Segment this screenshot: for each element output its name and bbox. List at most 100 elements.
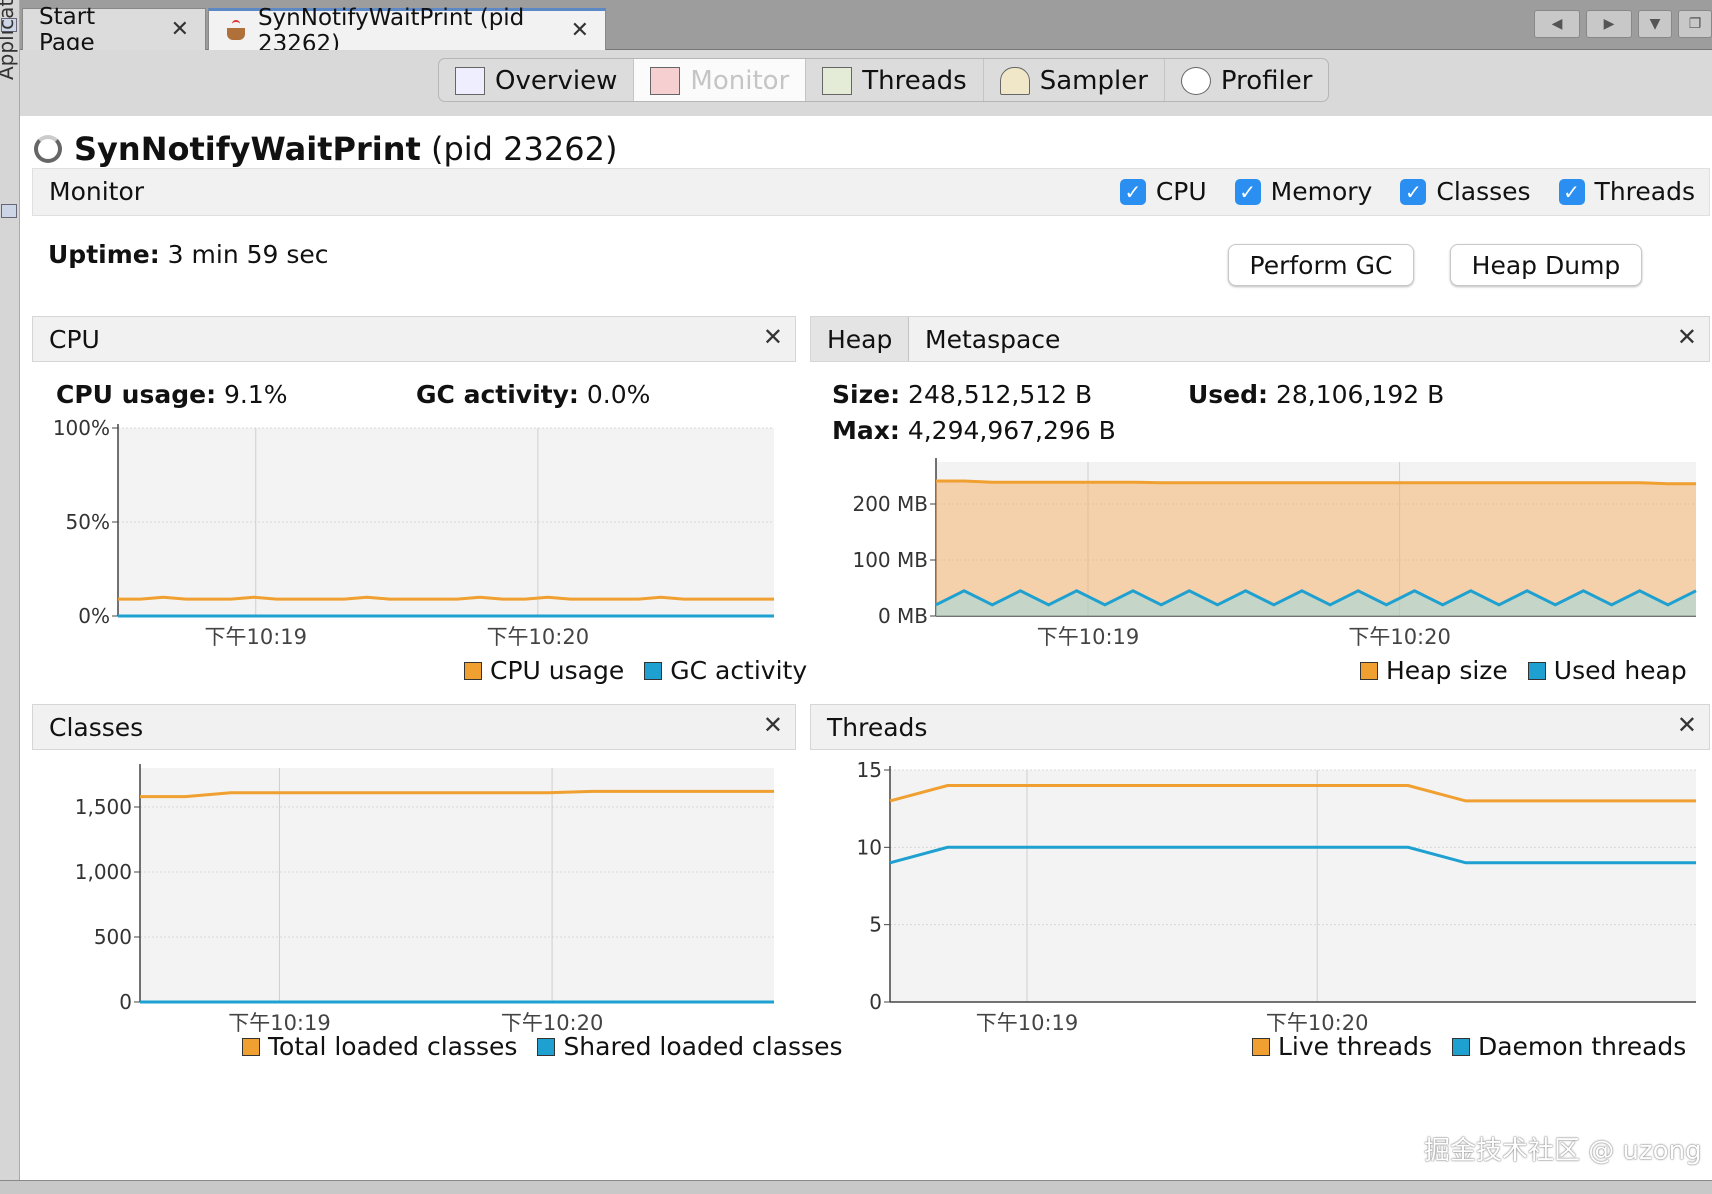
stat-label: Max: [832,416,900,445]
tab-label: SynNotifyWaitPrint (pid 23262) [257,4,525,57]
tab-monitor[interactable]: Monitor [634,59,807,101]
threads-icon [822,67,853,95]
tab-sampler[interactable]: Sampler [984,59,1165,101]
applications-icon [1,204,17,218]
stat-label: Used: [1188,380,1269,409]
tab-list-button[interactable]: ▼ [1638,10,1672,38]
threads-panel-header: Threads ✕ [810,704,1710,750]
tab-monitor-label: Monitor [690,66,790,96]
legend-item: GC activity [644,656,807,685]
legend-label: Daemon threads [1477,1032,1687,1061]
view-toolbar: Overview Monitor Threads Sampler Profile… [20,50,1712,116]
y-tick-label: 15 [857,758,882,782]
monitor-title: Monitor [49,177,145,206]
threads-legend: Live threads Daemon threads [1252,1032,1686,1061]
profiler-icon [1180,67,1211,95]
tab-profiler[interactable]: Profiler [1165,59,1329,101]
heap-panel-header: Heap Metaspace ✕ [810,316,1710,362]
stat-label: Size: [832,380,901,409]
legend-item: Shared loaded classes [537,1032,843,1061]
legend-swatch [1360,661,1378,680]
window-controls: ◀ ▶ ▼ ❐ [1534,10,1712,38]
legend-item: Heap size [1360,656,1508,685]
legend-swatch [1252,1037,1270,1056]
applications-side-label[interactable]: Applications [0,0,18,80]
legend-swatch [537,1037,556,1056]
app-name: SynNotifyWaitPrint [74,130,421,168]
y-tick-label: 100% [53,416,110,440]
heap-used-stat: Used: 28,106,192 B [1188,380,1444,409]
legend-swatch [644,661,663,680]
restore-window-button[interactable]: ❐ [1678,10,1712,38]
scroll-right-button[interactable]: ▶ [1586,10,1632,38]
heap-dump-button[interactable]: Heap Dump [1450,244,1642,286]
x-tick-label: 下午10:20 [487,625,590,649]
monitor-toggles: ✓ CPU ✓ Memory ✓ Classes ✓ Threads [1119,177,1695,206]
applications-side-strip[interactable]: Applications [0,0,20,1194]
java-app-icon [225,19,246,42]
stat-value: 248,512,512 B [908,380,1093,409]
y-tick-label: 0 MB [878,604,928,628]
legend-item: CPU usage [464,656,624,685]
close-icon[interactable]: ✕ [571,18,589,43]
plot-area [140,768,774,1002]
stat-value: 4,294,967,296 B [907,416,1116,445]
legend-label: Heap size [1386,656,1508,685]
y-tick-label: 0% [78,604,110,628]
status-bar [0,1180,1712,1194]
legend-item: Daemon threads [1451,1032,1687,1061]
checkbox-label: CPU [1155,177,1207,206]
perform-gc-button[interactable]: Perform GC [1228,244,1414,286]
memory-checkbox[interactable]: ✓ Memory [1234,177,1373,206]
series-line-heap-size [936,479,1696,486]
legend-swatch [464,661,482,680]
x-tick-label: 下午10:19 [1037,625,1140,649]
close-icon[interactable]: ✕ [763,711,783,739]
close-icon[interactable]: ✕ [171,17,189,42]
legend-label: Live threads [1278,1032,1432,1061]
scroll-left-button[interactable]: ◀ [1534,10,1580,38]
monitor-header: Monitor ✓ CPU ✓ Memory ✓ Classes ✓ Threads [32,168,1710,216]
heap-legend: Heap size Used heap [1360,656,1687,685]
legend-label: GC activity [670,656,808,685]
legend-item: Used heap [1527,656,1687,685]
close-icon[interactable]: ✕ [1677,323,1697,351]
checkbox-label: Memory [1270,177,1373,206]
tab-threads[interactable]: Threads [806,59,984,101]
tab-metaspace[interactable]: Metaspace [925,325,1060,354]
y-tick-label: 200 MB [852,492,928,516]
stat-value: 28,106,192 B [1275,380,1445,409]
threads-panel-title: Threads [827,713,928,742]
close-icon[interactable]: ✕ [763,323,783,351]
x-tick-label: 下午10:19 [976,1011,1079,1035]
tab-label: Start Page [39,3,96,56]
threads-chart: 151050下午10:19 下午10:20 [857,758,1696,1035]
cpu-chart: 100% 50% 0% 下午10:19 下午10:20 [53,416,774,649]
threads-checkbox[interactable]: ✓ Threads [1558,177,1695,206]
classes-checkbox[interactable]: ✓ Classes [1400,177,1531,206]
classes-panel-title: Classes [49,713,144,742]
y-tick-label: 5 [869,913,882,937]
overview-icon [455,67,485,95]
page-title: SynNotifyWaitPrint (pid 23262) [34,130,617,168]
legend-label: Total loaded classes [268,1032,518,1061]
tab-overview[interactable]: Overview [439,59,635,101]
y-tick-label: 1,000 [75,860,132,884]
check-icon: ✓ [1234,178,1261,205]
heap-max-stat: Max: 4,294,967,296 B [832,416,1116,445]
tab-heap[interactable]: Heap [811,317,909,361]
tab-start-page[interactable]: Start Page ✕ [22,4,206,56]
y-tick-label: 0 [119,990,132,1014]
check-icon: ✓ [1119,178,1146,205]
legend-item: Total loaded classes [242,1032,517,1061]
legend-swatch [1451,1037,1470,1056]
stat-label: CPU usage: [56,380,217,409]
heap-size-stat: Size: 248,512,512 B [832,380,1092,409]
close-icon[interactable]: ✕ [1677,711,1697,739]
cpu-checkbox[interactable]: ✓ CPU [1119,177,1207,206]
legend-label: Used heap [1553,656,1687,685]
tab-synnotifywaitprint[interactable]: SynNotifyWaitPrint (pid 23262) ✕ [208,5,606,57]
legend-label: CPU usage [490,656,625,685]
document-tab-bar: Start Page ✕ SynNotifyWaitPrint (pid 232… [20,0,1712,57]
y-tick-label: 500 [94,925,132,949]
